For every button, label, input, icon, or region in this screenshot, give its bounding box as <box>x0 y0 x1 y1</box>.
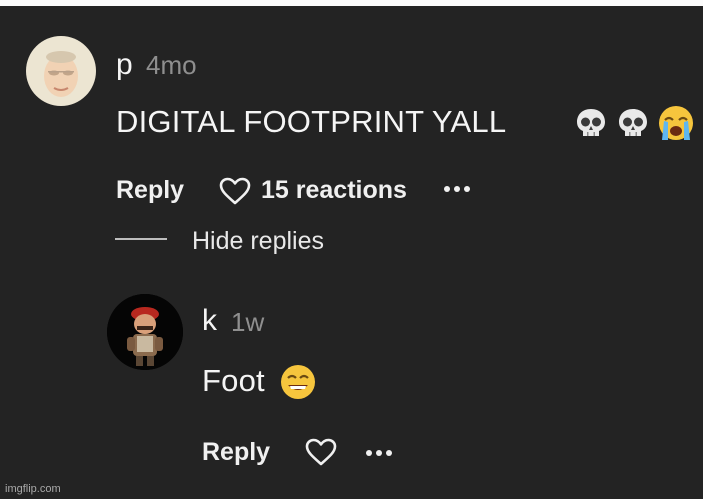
avatar[interactable] <box>26 36 96 106</box>
avatar[interactable] <box>107 294 183 370</box>
reply-button[interactable]: Reply <box>116 178 184 203</box>
heart-icon[interactable] <box>218 176 252 206</box>
username[interactable]: p <box>116 50 133 80</box>
username[interactable]: k <box>202 306 217 336</box>
reactions-count[interactable]: 15 reactions <box>261 178 407 203</box>
comment-text: DIGITAL FOOTPRINT YALL <box>116 104 507 139</box>
grimacing-smile-emoji <box>281 365 315 399</box>
hide-replies-button[interactable]: Hide replies <box>192 229 324 254</box>
comment-text: Foot <box>202 363 265 398</box>
more-options-icon[interactable] <box>366 450 392 456</box>
replies-divider <box>115 238 167 240</box>
reply-button[interactable]: Reply <box>202 440 270 465</box>
timestamp: 1w <box>231 307 265 337</box>
top-strip <box>0 0 703 6</box>
loudly-crying-face-emoji <box>659 106 693 140</box>
heart-icon[interactable] <box>304 437 338 467</box>
watermark: imgflip.com <box>5 483 61 495</box>
skull-emoji <box>577 109 605 136</box>
more-options-icon[interactable] <box>444 186 470 192</box>
skull-emoji <box>619 109 647 136</box>
timestamp: 4mo <box>146 50 197 80</box>
